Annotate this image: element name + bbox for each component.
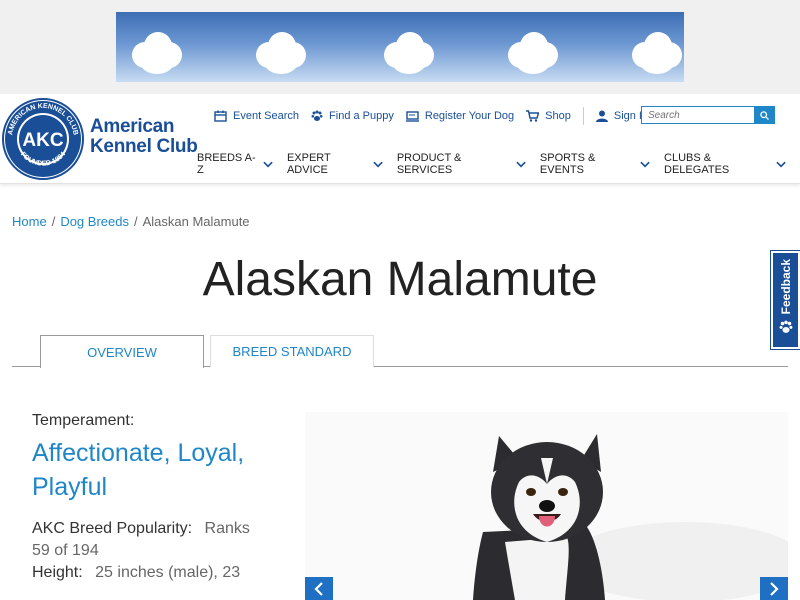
page-title: Alaskan Malamute (202, 253, 598, 306)
utility-nav: Event Search Find a Puppy Register Your … (214, 107, 660, 125)
breadcrumb-home-link[interactable]: Home (12, 214, 47, 229)
carousel-next-button[interactable] (760, 577, 788, 600)
register-icon (405, 110, 419, 122)
breadcrumb-dog-breeds-link[interactable]: Dog Breeds (60, 214, 129, 229)
register-dog-link[interactable]: Register Your Dog (405, 110, 515, 122)
breadcrumb-separator: / (51, 214, 56, 229)
utility-divider (582, 107, 584, 125)
carousel-prev-button[interactable] (305, 577, 333, 600)
site-header: AKC AMERICAN KENNEL CLUB FOUNDED 1884 Am… (0, 94, 800, 184)
search-input[interactable] (642, 107, 754, 123)
nav-breeds-az[interactable]: BREEDS A-Z (197, 152, 273, 176)
find-puppy-link[interactable]: Find a Puppy (311, 110, 394, 122)
ad-banner[interactable] (116, 12, 684, 82)
nav-label: SPORTS & EVENTS (539, 152, 596, 176)
popularity-label: AKC Breed Popularity: (32, 520, 193, 537)
breadcrumb-separator: / (133, 214, 138, 229)
cloud-shape (384, 32, 434, 76)
height-label: Height: (32, 564, 83, 581)
cloud-shape (632, 32, 682, 76)
find-puppy-label: Find a Puppy (329, 110, 394, 122)
chevron-down-icon (776, 161, 786, 168)
nav-label: PRODUCT & SERVICES (396, 152, 462, 176)
temperament-value: Affectionate, Loyal, Playful (32, 439, 245, 501)
height-value: 25 inches (male), 23 (95, 564, 241, 581)
register-dog-label: Register Your Dog (424, 110, 515, 122)
akc-seal-logo[interactable]: AKC AMERICAN KENNEL CLUB FOUNDED 1884 (2, 98, 84, 180)
user-icon (595, 110, 608, 122)
svg-text:AKC: AKC (22, 130, 63, 151)
search-form (641, 106, 775, 124)
chevron-down-icon (516, 161, 526, 168)
logo-line-2: Kennel Club (90, 136, 198, 157)
calendar-icon (214, 110, 227, 122)
feedback-tab[interactable]: Feedback (771, 251, 800, 349)
temperament-label: Temperament: (32, 412, 135, 429)
nav-clubs-delegates[interactable]: CLUBS & DELEGATES (664, 152, 786, 176)
dog-photo (305, 412, 788, 600)
nav-expert-advice[interactable]: EXPERT ADVICE (287, 152, 383, 176)
main-nav: BREEDS A-Z EXPERT ADVICE PRODUCT & SERVI… (197, 152, 800, 176)
chevron-down-icon (373, 161, 383, 167)
breed-image-carousel (305, 412, 788, 600)
chevron-left-icon (314, 581, 323, 596)
nav-product-services[interactable]: PRODUCT & SERVICES (397, 152, 526, 176)
feedback-label: Feedback (778, 259, 793, 315)
nav-label: CLUBS & DELEGATES (664, 152, 730, 176)
chevron-down-icon (263, 161, 273, 167)
height-stat: Height: 25 inches (male), 23 (32, 562, 272, 584)
nav-label: EXPERT ADVICE (286, 152, 331, 176)
paw-icon (311, 110, 323, 121)
ad-strip (0, 0, 800, 94)
logo-line-1: American (90, 116, 175, 137)
nav-label: BREEDS A-Z (197, 152, 256, 176)
breadcrumb-current: Alaskan Malamute (142, 214, 250, 229)
shop-link[interactable]: Shop (526, 110, 571, 122)
tab-breed-standard[interactable]: BREED STANDARD (210, 335, 374, 367)
logo-wordmark[interactable]: American Kennel Club (90, 117, 198, 157)
nav-sports-events[interactable]: SPORTS & EVENTS (540, 152, 650, 176)
search-button[interactable] (754, 107, 774, 123)
breed-info: Temperament: Affectionate, Loyal, Playfu… (32, 412, 272, 584)
tab-overview[interactable]: OVERVIEW (40, 335, 204, 368)
event-search-label: Event Search (233, 110, 300, 122)
cart-icon (526, 110, 540, 122)
event-search-link[interactable]: Event Search (214, 110, 299, 122)
cloud-shape (508, 32, 558, 76)
breadcrumb: Home / Dog Breeds / Alaskan Malamute (12, 214, 250, 229)
cloud-shape (256, 32, 306, 76)
popularity-stat: AKC Breed Popularity: Ranks 59 of 194 (32, 518, 272, 562)
shop-label: Shop (545, 110, 571, 122)
search-icon (759, 110, 769, 120)
paw-icon (779, 320, 792, 334)
chevron-down-icon (640, 161, 650, 168)
cloud-shape (132, 32, 182, 76)
chevron-right-icon (770, 581, 779, 596)
